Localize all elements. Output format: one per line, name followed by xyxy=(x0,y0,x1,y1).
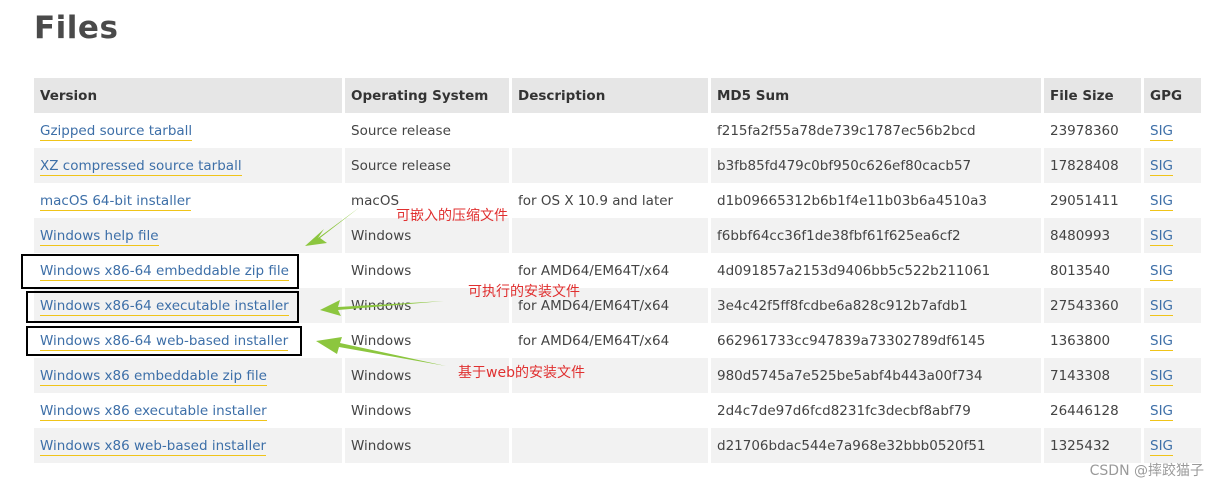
arrow-embeddable xyxy=(305,207,360,246)
note-executable: 可执行的安装文件 xyxy=(468,284,580,300)
annotation-arrows xyxy=(305,207,446,366)
note-embeddable: 可嵌入的压缩文件 xyxy=(396,208,508,224)
note-web-based: 基于web的安装文件 xyxy=(458,365,585,381)
arrow-executable xyxy=(320,300,444,316)
arrow-web-based xyxy=(316,337,446,366)
csdn-watermark: CSDN @摔跤猫子 xyxy=(1089,463,1204,479)
